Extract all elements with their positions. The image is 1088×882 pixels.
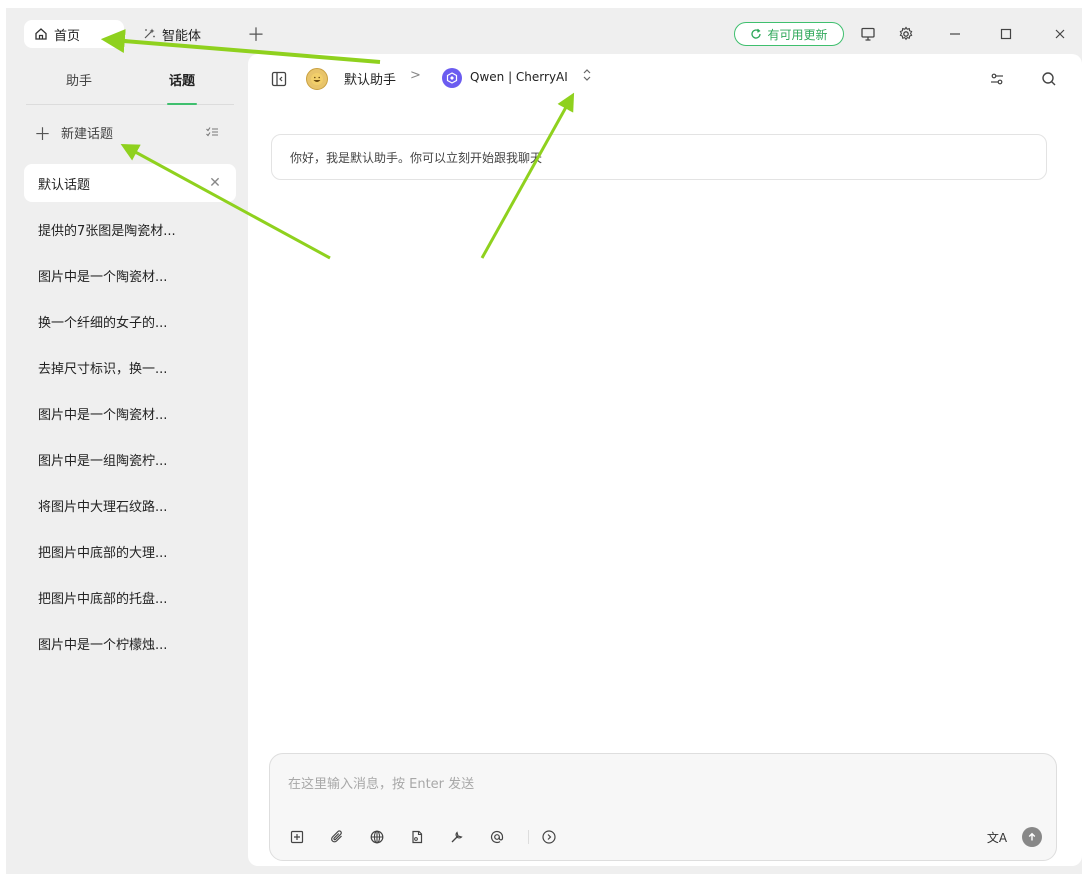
greeting-text: 你好，我是默认助手。你可以立刻开始跟我聊天	[290, 150, 543, 165]
tab-home-label: 首页	[54, 28, 81, 44]
toolbar-divider	[528, 830, 529, 844]
settings-icon[interactable]	[894, 22, 918, 46]
maximize-icon[interactable]	[994, 22, 1018, 46]
topic-label: 图片中是一个柠檬烛...	[38, 637, 168, 653]
breadcrumb-separator: >	[410, 68, 421, 83]
tab-home[interactable]: 首页	[24, 20, 124, 48]
close-icon[interactable]: ✕	[206, 174, 224, 192]
topic-label: 把图片中底部的托盘...	[38, 591, 168, 607]
topic-item[interactable]: 图片中是一个陶瓷材...	[24, 394, 236, 432]
arrow-up-icon	[1027, 832, 1037, 842]
topic-list: 默认话题 ✕ 提供的7张图是陶瓷材... 图片中是一个陶瓷材... 换一个纤细的…	[24, 164, 236, 670]
topic-item[interactable]: 换一个纤细的女子的...	[24, 302, 236, 340]
model-selector[interactable]: Qwen | CherryAI	[470, 70, 568, 84]
topic-label: 图片中是一个陶瓷材...	[38, 269, 168, 285]
web-search-icon[interactable]	[366, 826, 388, 848]
topic-label: 把图片中底部的大理...	[38, 545, 168, 561]
update-label: 有可用更新	[767, 27, 828, 42]
topic-label: 提供的7张图是陶瓷材...	[38, 223, 176, 239]
close-icon[interactable]	[1048, 22, 1072, 46]
topic-item-default[interactable]: 默认话题 ✕	[24, 164, 236, 202]
assistant-greeting-message: 你好，我是默认助手。你可以立刻开始跟我聊天	[271, 134, 1047, 180]
topic-item[interactable]: 图片中是一个陶瓷材...	[24, 256, 236, 294]
topic-item[interactable]: 把图片中底部的大理...	[24, 532, 236, 570]
tab-assistants[interactable]: 助手	[66, 54, 92, 104]
topic-label: 换一个纤细的女子的...	[38, 315, 168, 331]
topic-label: 默认话题	[38, 177, 91, 193]
assistant-avatar[interactable]	[306, 68, 328, 90]
topic-label: 图片中是一个陶瓷材...	[38, 407, 168, 423]
topic-label: 将图片中大理石纹路...	[38, 499, 168, 515]
chat-panel: 默认助手 > Qwen | CherryAI 你好，我是默认助手。你可以立刻开始…	[248, 54, 1082, 866]
topic-label: 去掉尺寸标识，换一...	[38, 361, 168, 377]
home-icon	[34, 27, 48, 41]
topic-label: 图片中是一组陶瓷柠...	[38, 453, 168, 469]
refresh-icon	[750, 28, 762, 40]
add-context-icon[interactable]	[286, 826, 308, 848]
sidebar-toggle-icon[interactable]	[270, 70, 288, 88]
knowledge-icon[interactable]	[406, 826, 428, 848]
attachment-icon[interactable]	[326, 826, 348, 848]
topic-item[interactable]: 将图片中大理石纹路...	[24, 486, 236, 524]
topic-item[interactable]: 图片中是一个柠檬烛...	[24, 624, 236, 662]
translate-icon: 文A	[986, 830, 1008, 845]
topic-item[interactable]: 把图片中底部的托盘...	[24, 578, 236, 616]
assistant-name[interactable]: 默认助手	[344, 69, 396, 88]
send-button[interactable]	[1022, 827, 1042, 847]
sidebar-tabs: 助手 话题	[26, 54, 234, 105]
tab-agents[interactable]: 智能体	[138, 20, 201, 48]
chat-header: 默认助手 > Qwen | CherryAI	[248, 54, 1082, 104]
topic-item[interactable]: 图片中是一组陶瓷柠...	[24, 440, 236, 478]
monitor-icon[interactable]	[856, 22, 880, 46]
new-topic-label: 新建话题	[61, 126, 114, 142]
expand-icon[interactable]	[538, 826, 560, 848]
tab-agents-label: 智能体	[162, 28, 202, 44]
add-tab-button[interactable]: ＋	[246, 20, 266, 48]
topic-item[interactable]: 去掉尺寸标识，换一...	[24, 348, 236, 386]
message-input[interactable]	[288, 774, 1028, 794]
settings-sliders-icon[interactable]	[986, 68, 1008, 90]
app-window: 首页 智能体 ＋ 有可用更新 助手 话题 ＋ 新建话题 默认话题 ✕ 提供的7张…	[6, 8, 1082, 874]
mention-icon[interactable]	[486, 826, 508, 848]
topic-item[interactable]: 提供的7张图是陶瓷材...	[24, 210, 236, 248]
minimize-icon[interactable]	[943, 22, 967, 46]
model-logo-icon	[442, 68, 462, 88]
chevron-updown-icon[interactable]	[582, 68, 592, 82]
update-available-button[interactable]: 有可用更新	[734, 22, 844, 46]
translate-button[interactable]: 文A	[986, 826, 1008, 848]
message-composer: 文A	[269, 753, 1057, 861]
sidebar: 助手 话题 ＋ 新建话题 默认话题 ✕ 提供的7张图是陶瓷材... 图片中是一个…	[6, 54, 246, 874]
list-sort-icon[interactable]	[202, 122, 222, 142]
sparkle-icon	[142, 27, 156, 41]
plus-icon: ＋	[247, 25, 265, 46]
tab-topics[interactable]: 话题	[166, 54, 198, 105]
title-bar: 首页 智能体 ＋ 有可用更新	[6, 8, 1082, 54]
search-icon[interactable]	[1038, 68, 1060, 90]
tools-icon[interactable]	[446, 826, 468, 848]
plus-icon: ＋	[34, 124, 51, 145]
